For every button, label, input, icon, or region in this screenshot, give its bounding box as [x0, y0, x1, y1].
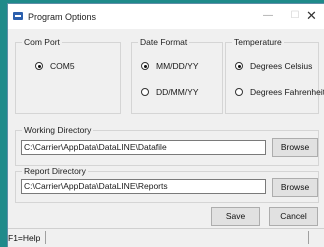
temperature-legend: Temperature	[232, 37, 284, 47]
cancel-button[interactable]: Cancel	[269, 207, 318, 226]
status-divider	[308, 231, 309, 244]
com-port-group: Com Port COM5	[15, 37, 121, 114]
radio-label-mm-dd-yy: MM/DD/YY	[156, 61, 199, 71]
radio-indicator-dd-mm-yy[interactable]	[141, 88, 149, 96]
radio-dd-mm-yy[interactable]: DD/MM/YY	[141, 87, 199, 97]
radio-label-com5: COM5	[50, 61, 75, 71]
save-button[interactable]: Save	[211, 207, 260, 226]
radio-indicator-celsius[interactable]	[235, 62, 243, 70]
radio-indicator-mm-dd-yy[interactable]	[141, 62, 149, 70]
radio-label-fahrenheit: Degrees Fahrenheit	[250, 87, 324, 97]
radio-indicator-fahrenheit[interactable]	[235, 88, 243, 96]
window-title: Program Options	[28, 12, 97, 22]
minimize-button[interactable]: —	[255, 6, 281, 26]
close-button[interactable]: ✕	[299, 6, 324, 26]
program-options-window: Program Options — ☐ ✕ Com Port COM5 Date…	[8, 4, 324, 247]
date-format-legend: Date Format	[138, 37, 190, 47]
app-icon	[13, 12, 23, 20]
radio-com5[interactable]: COM5	[35, 61, 75, 71]
radio-degrees-fahrenheit[interactable]: Degrees Fahrenheit	[235, 87, 324, 97]
radio-indicator-com5[interactable]	[35, 62, 43, 70]
radio-mm-dd-yy[interactable]: MM/DD/YY	[141, 61, 199, 71]
working-directory-field[interactable]: C:\Carrier\AppData\DataLINE\Datafile	[21, 140, 266, 155]
radio-degrees-celsius[interactable]: Degrees Celsius	[235, 61, 312, 71]
report-directory-legend: Report Directory	[22, 166, 88, 176]
radio-label-celsius: Degrees Celsius	[250, 61, 313, 71]
temperature-group: Temperature Degrees Celsius Degrees Fahr…	[225, 37, 324, 114]
help-status: F1=Help	[8, 233, 41, 243]
date-format-group: Date Format MM/DD/YY DD/MM/YY	[131, 37, 223, 114]
status-bar: F1=Help	[8, 228, 324, 247]
radio-label-dd-mm-yy: DD/MM/YY	[156, 87, 199, 97]
com-port-legend: Com Port	[22, 37, 62, 47]
working-directory-browse-button[interactable]: Browse	[272, 138, 318, 157]
status-divider	[45, 231, 46, 244]
report-directory-field[interactable]: C:\Carrier\AppData\DataLINE\Reports	[21, 179, 266, 194]
title-bar[interactable]: Program Options — ☐ ✕	[8, 4, 324, 29]
report-directory-browse-button[interactable]: Browse	[272, 178, 318, 197]
working-directory-legend: Working Directory	[22, 125, 94, 135]
